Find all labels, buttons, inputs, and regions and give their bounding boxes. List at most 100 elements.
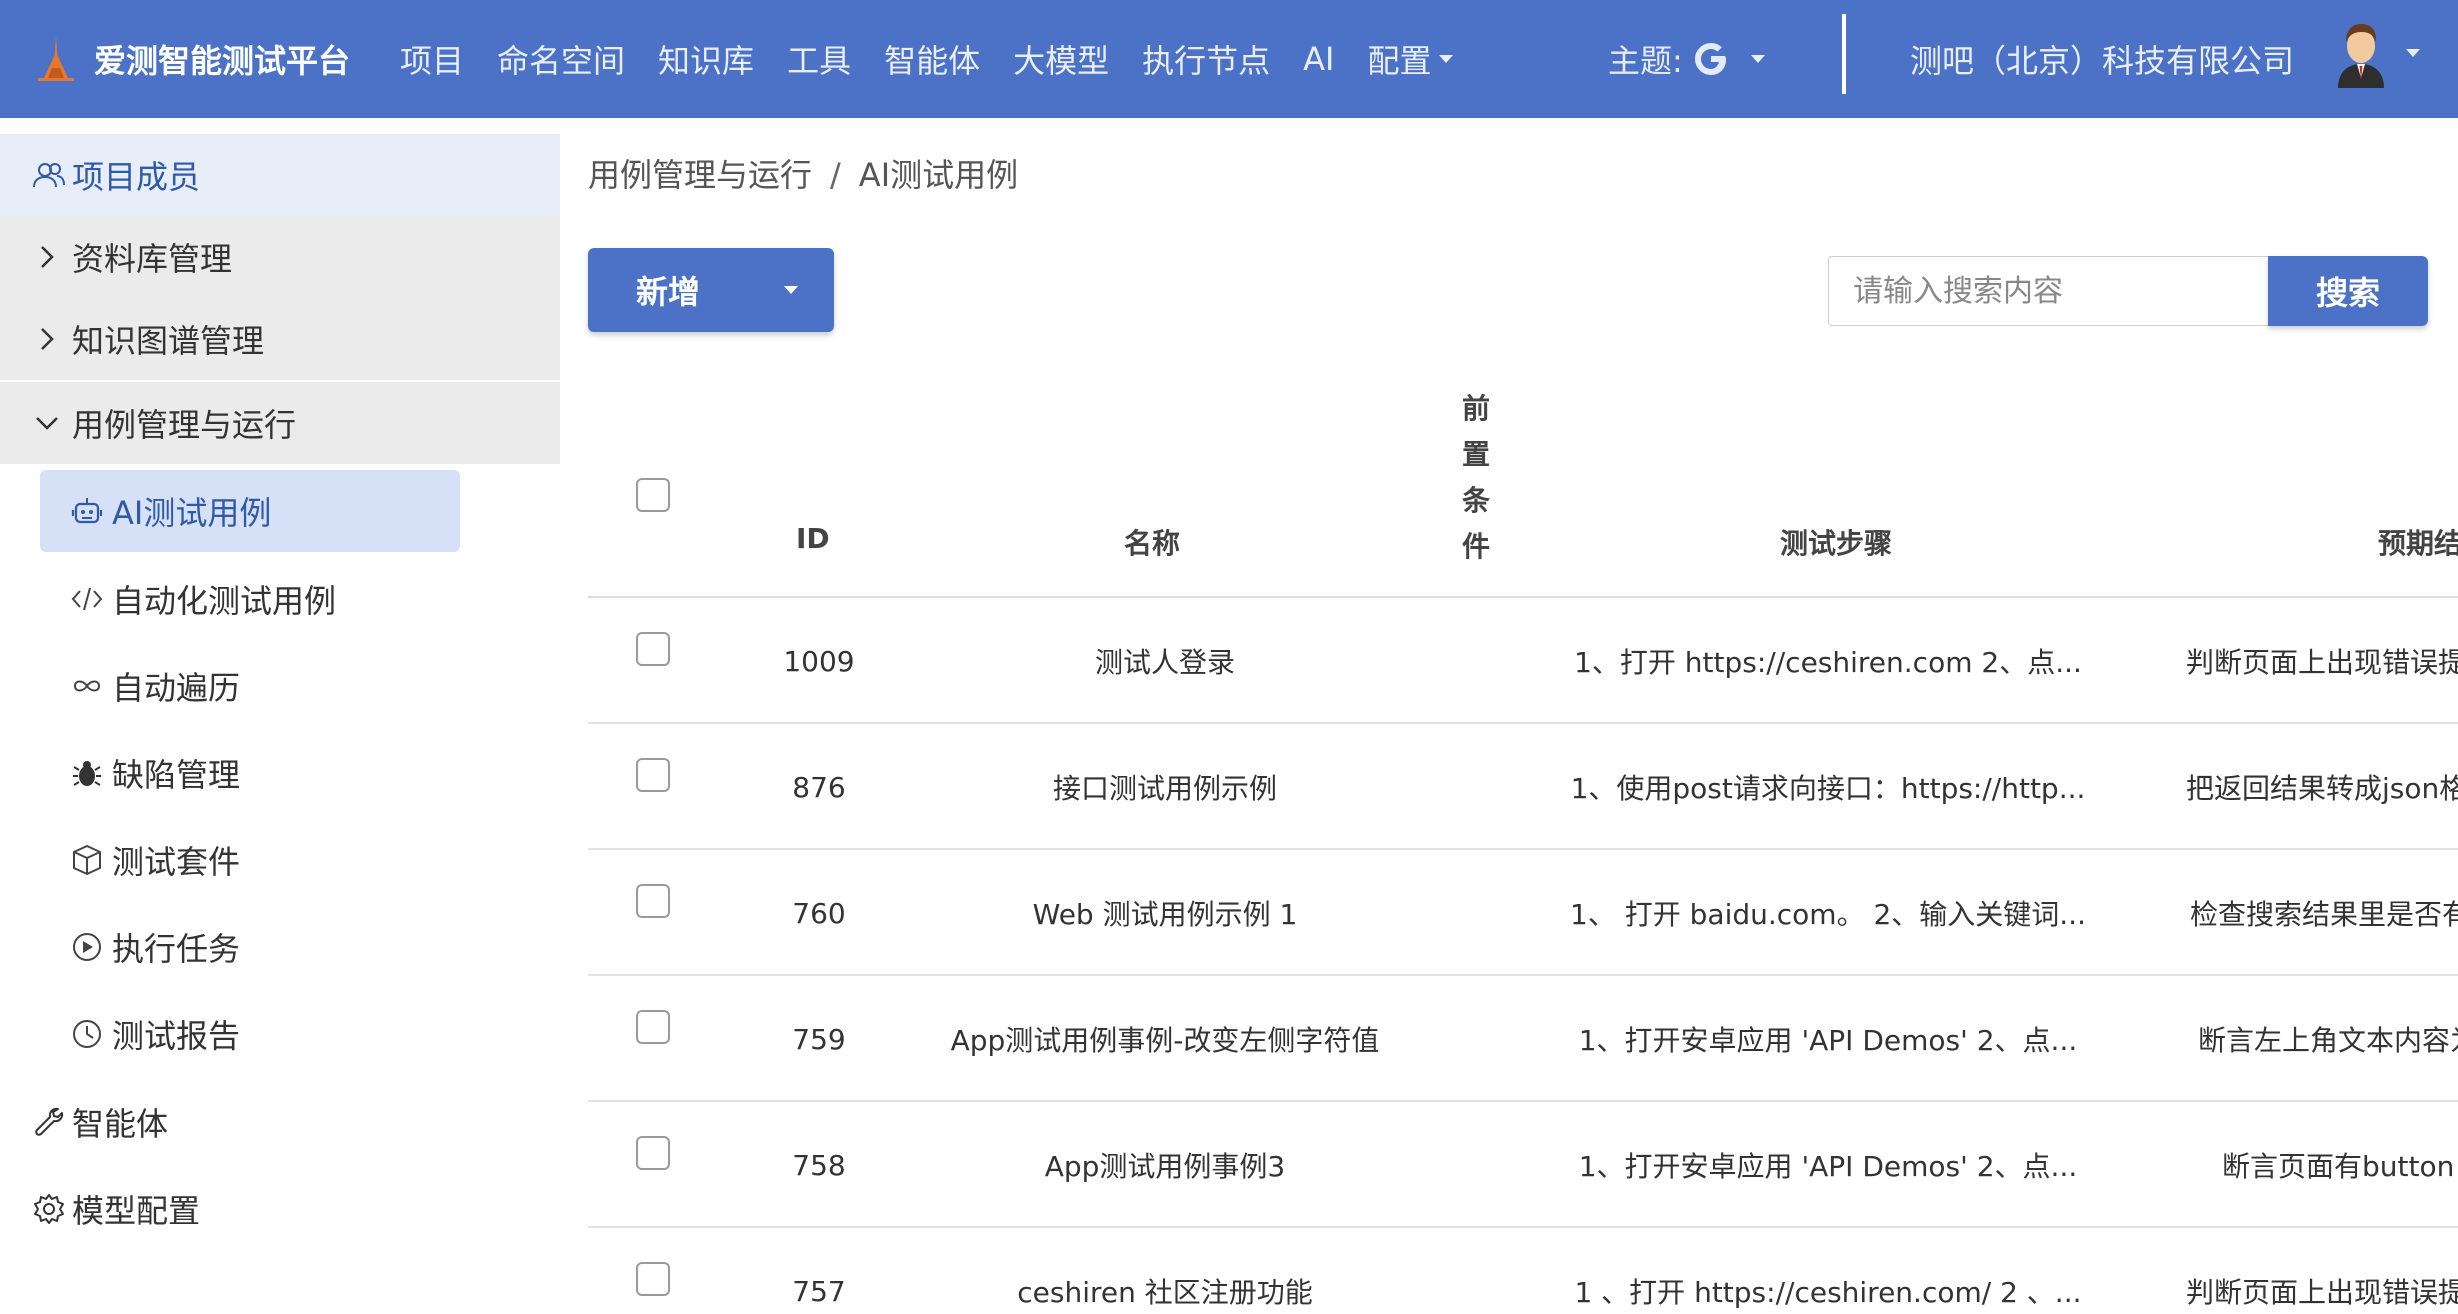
sidebar-item-model-config[interactable]: 模型配置 — [0, 1168, 560, 1250]
nav-item-ai[interactable]: AI — [1303, 40, 1334, 78]
column-header-steps[interactable]: 测试步骤 — [1780, 522, 1892, 562]
avatar — [2338, 24, 2384, 88]
code-icon — [71, 587, 103, 611]
cell-steps: 1、使用post请求向接口：https://http... — [1570, 772, 2086, 805]
nav-item-config[interactable]: 配置 — [1367, 36, 1454, 82]
row-checkbox[interactable] — [636, 884, 670, 918]
add-button[interactable]: 新增 — [588, 248, 834, 332]
sidebar-group-testcase-management[interactable]: 用例管理与运行 — [0, 382, 560, 464]
sidebar-item-exec-tasks[interactable]: 执行任务 — [40, 906, 460, 988]
cell-name[interactable]: 测试人登录 — [918, 598, 1412, 724]
breadcrumb-current: AI测试用例 — [858, 156, 1019, 194]
main-menu: 项目 命名空间 知识库 工具 智能体 大模型 执行节点 AI 配置 — [400, 36, 1486, 82]
cell-name[interactable]: App测试用例事例3 — [918, 1102, 1412, 1228]
company-name[interactable]: 测吧（北京）科技有限公司 — [1910, 0, 2294, 118]
nav-item-exec-nodes[interactable]: 执行节点 — [1142, 36, 1270, 82]
search-input[interactable] — [1828, 256, 2270, 326]
sidebar-item-label: AI测试用例 — [112, 494, 272, 532]
breadcrumb-separator: / — [830, 156, 841, 194]
sidebar-group-label: 资料库管理 — [72, 240, 233, 278]
cell-id: 759 — [792, 1022, 846, 1056]
sidebar-item-ai-testcases[interactable]: AI测试用例 — [40, 470, 460, 552]
cell-name[interactable]: Web 测试用例示例 1 — [918, 850, 1412, 976]
sidebar-item-label: 模型配置 — [72, 1192, 201, 1230]
table-row[interactable]: 757 ceshiren 社区注册功能 1 、打开 https://ceshir… — [588, 1228, 2458, 1314]
sidebar-item-test-reports[interactable]: 测试报告 — [40, 993, 460, 1075]
sidebar-item-label: 测试报告 — [112, 1017, 241, 1055]
logo-icon — [38, 36, 74, 81]
table-header: ID 名称 前 置 条 件 测试步骤 预期结 — [588, 370, 2458, 598]
cell-steps: 1、 打开 baidu.com。 2、输入关键词... — [1570, 898, 2086, 931]
sidebar-item-label: 缺陷管理 — [112, 756, 241, 794]
clock-icon — [73, 1020, 101, 1048]
nav-item-agents[interactable]: 智能体 — [884, 36, 980, 82]
row-checkbox[interactable] — [636, 1262, 670, 1296]
sidebar-group-label: 知识图谱管理 — [72, 322, 265, 360]
sidebar-item-automation-testcases[interactable]: 自动化测试用例 — [40, 558, 460, 640]
cell-steps: 1、打开 https://ceshiren.com 2、点... — [1574, 646, 2082, 679]
select-all-checkbox[interactable] — [636, 478, 670, 512]
table-row[interactable]: 1009 测试人登录 1、打开 https://ceshiren.com 2、点… — [588, 598, 2458, 724]
theme-label: 主题: — [1608, 42, 1683, 80]
row-checkbox[interactable] — [636, 1136, 670, 1170]
sidebar-item-agents[interactable]: 智能体 — [0, 1081, 560, 1163]
cell-steps: 1、打开安卓应用 'API Demos' 2、点... — [1578, 1024, 2078, 1057]
row-checkbox[interactable] — [636, 632, 670, 666]
sidebar: 项目成员 资料库管理 知识图谱管理 用例管理与运行 AI测试用例 自动化测试用例… — [0, 118, 560, 1314]
wrench-icon — [35, 1107, 64, 1136]
cell-expected: 判断页面上出现错误提 — [2186, 646, 2458, 679]
testcase-table: ID 名称 前 置 条 件 测试步骤 预期结 1009 测试人登录 1、打开 h… — [588, 370, 2458, 1314]
sidebar-item-project-members[interactable]: 项目成员 — [0, 134, 560, 216]
column-header-char: 件 — [1461, 530, 1490, 563]
sidebar-item-label: 测试套件 — [112, 843, 241, 881]
table-row[interactable]: 758 App测试用例事例3 1、打开安卓应用 'API Demos' 2、点.… — [588, 1102, 2458, 1228]
table-row[interactable]: 760 Web 测试用例示例 1 1、 打开 baidu.com。 2、输入关键… — [588, 850, 2458, 976]
google-g-icon — [1694, 43, 1726, 75]
gear-icon — [34, 1194, 64, 1224]
cell-steps: 1、打开安卓应用 'API Demos' 2、点... — [1578, 1150, 2078, 1183]
cell-name[interactable]: 接口测试用例示例 — [918, 724, 1412, 850]
sidebar-item-defects[interactable]: 缺陷管理 — [40, 732, 460, 814]
nav-item-tools[interactable]: 工具 — [787, 36, 851, 82]
nav-item-knowledge-base[interactable]: 知识库 — [658, 36, 754, 82]
sidebar-group-materials[interactable]: 资料库管理 — [0, 216, 560, 298]
theme-selector[interactable]: 主题: — [1608, 0, 1765, 118]
robot-icon — [71, 498, 103, 524]
nav-divider — [1842, 14, 1846, 94]
user-menu[interactable] — [2330, 18, 2420, 88]
sidebar-group-knowledge-graph[interactable]: 知识图谱管理 — [0, 298, 560, 380]
cell-name[interactable]: ceshiren 社区注册功能 — [918, 1228, 1412, 1314]
row-checkbox[interactable] — [636, 758, 670, 792]
sidebar-item-test-suites[interactable]: 测试套件 — [40, 819, 460, 901]
cell-expected: 把返回结果转成json格 — [2186, 772, 2458, 805]
cell-expected: 判断页面上出现错误提 — [2186, 1276, 2458, 1309]
breadcrumb-parent[interactable]: 用例管理与运行 — [588, 156, 812, 194]
nav-config-label: 配置 — [1367, 42, 1432, 80]
column-header-precondition[interactable]: 前 置 条 件 — [1460, 386, 1492, 570]
cell-name[interactable]: App测试用例事例-改变左侧字符值 — [918, 976, 1412, 1102]
column-header-expected[interactable]: 预期结 — [2378, 522, 2458, 562]
cell-steps: 1 、打开 https://ceshiren.com/ 2 、... — [1574, 1276, 2082, 1309]
sidebar-item-auto-traverse[interactable]: 自动遍历 — [40, 645, 460, 727]
sidebar-item-label: 自动化测试用例 — [112, 582, 337, 620]
column-header-char: 条 — [1461, 484, 1490, 517]
bug-icon — [73, 761, 101, 786]
table-row[interactable]: 876 接口测试用例示例 1、使用post请求向接口：https://http.… — [588, 724, 2458, 850]
brand[interactable]: 爱测智能测试平台 — [34, 34, 350, 84]
table-row[interactable]: 759 App测试用例事例-改变左侧字符值 1、打开安卓应用 'API Demo… — [588, 976, 2458, 1102]
chevron-down-icon — [1750, 55, 1765, 63]
breadcrumb: 用例管理与运行 / AI测试用例 — [588, 150, 1018, 196]
column-header-name[interactable]: 名称 — [1124, 522, 1180, 562]
row-checkbox[interactable] — [636, 1010, 670, 1044]
chevron-down-icon[interactable] — [784, 286, 798, 294]
cell-id: 876 — [792, 770, 846, 804]
chevron-down-icon — [2406, 49, 2420, 57]
nav-item-llm[interactable]: 大模型 — [1013, 36, 1109, 82]
brand-title: 爱测智能测试平台 — [94, 42, 351, 80]
column-header-id[interactable]: ID — [796, 522, 830, 555]
sidebar-item-label: 项目成员 — [72, 158, 201, 196]
search-button[interactable]: 搜索 — [2268, 256, 2428, 326]
nav-item-namespace[interactable]: 命名空间 — [497, 36, 625, 82]
nav-item-project[interactable]: 项目 — [400, 36, 464, 82]
infinity-icon — [73, 680, 101, 692]
